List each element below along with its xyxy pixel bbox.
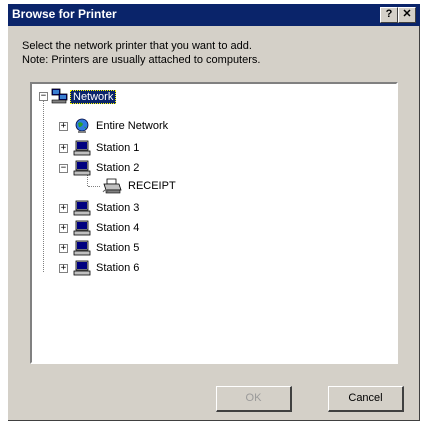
computer-icon (73, 240, 91, 256)
tree-node-network[interactable]: − Network (38, 88, 158, 106)
globe-icon (73, 118, 91, 134)
computer-icon (73, 140, 91, 156)
tree-node-station-5[interactable]: + Station 5 (58, 240, 218, 258)
tree-node-label: Station 3 (96, 202, 140, 214)
collapse-icon[interactable]: − (39, 92, 48, 101)
instruction-text: Select the network printer that you want… (22, 40, 252, 52)
computer-icon (73, 220, 91, 236)
tree-node-label: Station 4 (96, 222, 140, 234)
tree-node-station-2[interactable]: − Station 2 (58, 160, 218, 178)
tree-node-label: RECEIPT (128, 180, 176, 192)
printer-icon (102, 178, 122, 194)
note-text: Note: Printers are usually attached to c… (22, 54, 261, 66)
computer-icon (73, 200, 91, 216)
ok-button[interactable]: OK (216, 386, 292, 412)
tree-node-label: Station 6 (96, 262, 140, 274)
tree-node-label: Station 2 (96, 162, 140, 174)
tree-node-receipt-printer[interactable]: RECEIPT (102, 178, 242, 196)
tree-node-label: Network (70, 90, 117, 104)
tree-node-label: Entire Network (96, 120, 169, 132)
tree-connector (88, 186, 100, 187)
cancel-button[interactable]: Cancel (328, 386, 404, 412)
computer-icon (73, 260, 91, 276)
expand-icon[interactable]: + (59, 144, 68, 153)
expand-icon[interactable]: + (59, 264, 68, 273)
tree-node-station-1[interactable]: + Station 1 (58, 140, 218, 158)
tree-node-station-3[interactable]: + Station 3 (58, 200, 218, 218)
computer-icon (73, 160, 91, 176)
expand-icon[interactable]: + (59, 122, 68, 131)
tree-node-station-6[interactable]: + Station 6 (58, 260, 218, 278)
close-button[interactable]: ✕ (398, 7, 416, 23)
title-bar[interactable]: Browse for Printer ? ✕ (8, 4, 420, 26)
help-button[interactable]: ? (380, 7, 398, 23)
tree-node-label: Station 1 (96, 142, 140, 154)
network-icon (51, 88, 69, 104)
expand-icon[interactable]: + (59, 224, 68, 233)
tree-node-label: Station 5 (96, 242, 140, 254)
expand-icon[interactable]: + (59, 204, 68, 213)
tree-connector (43, 96, 44, 272)
network-tree-view[interactable]: − Network + Entire Network + Station 1 −… (30, 82, 398, 364)
tree-node-entire-network[interactable]: + Entire Network (58, 118, 218, 136)
expand-icon[interactable]: + (59, 244, 68, 253)
browse-for-printer-dialog: Browse for Printer ? ✕ Select the networ… (8, 4, 420, 421)
collapse-icon[interactable]: − (59, 164, 68, 173)
tree-node-station-4[interactable]: + Station 4 (58, 220, 218, 238)
dialog-title: Browse for Printer (12, 7, 117, 21)
